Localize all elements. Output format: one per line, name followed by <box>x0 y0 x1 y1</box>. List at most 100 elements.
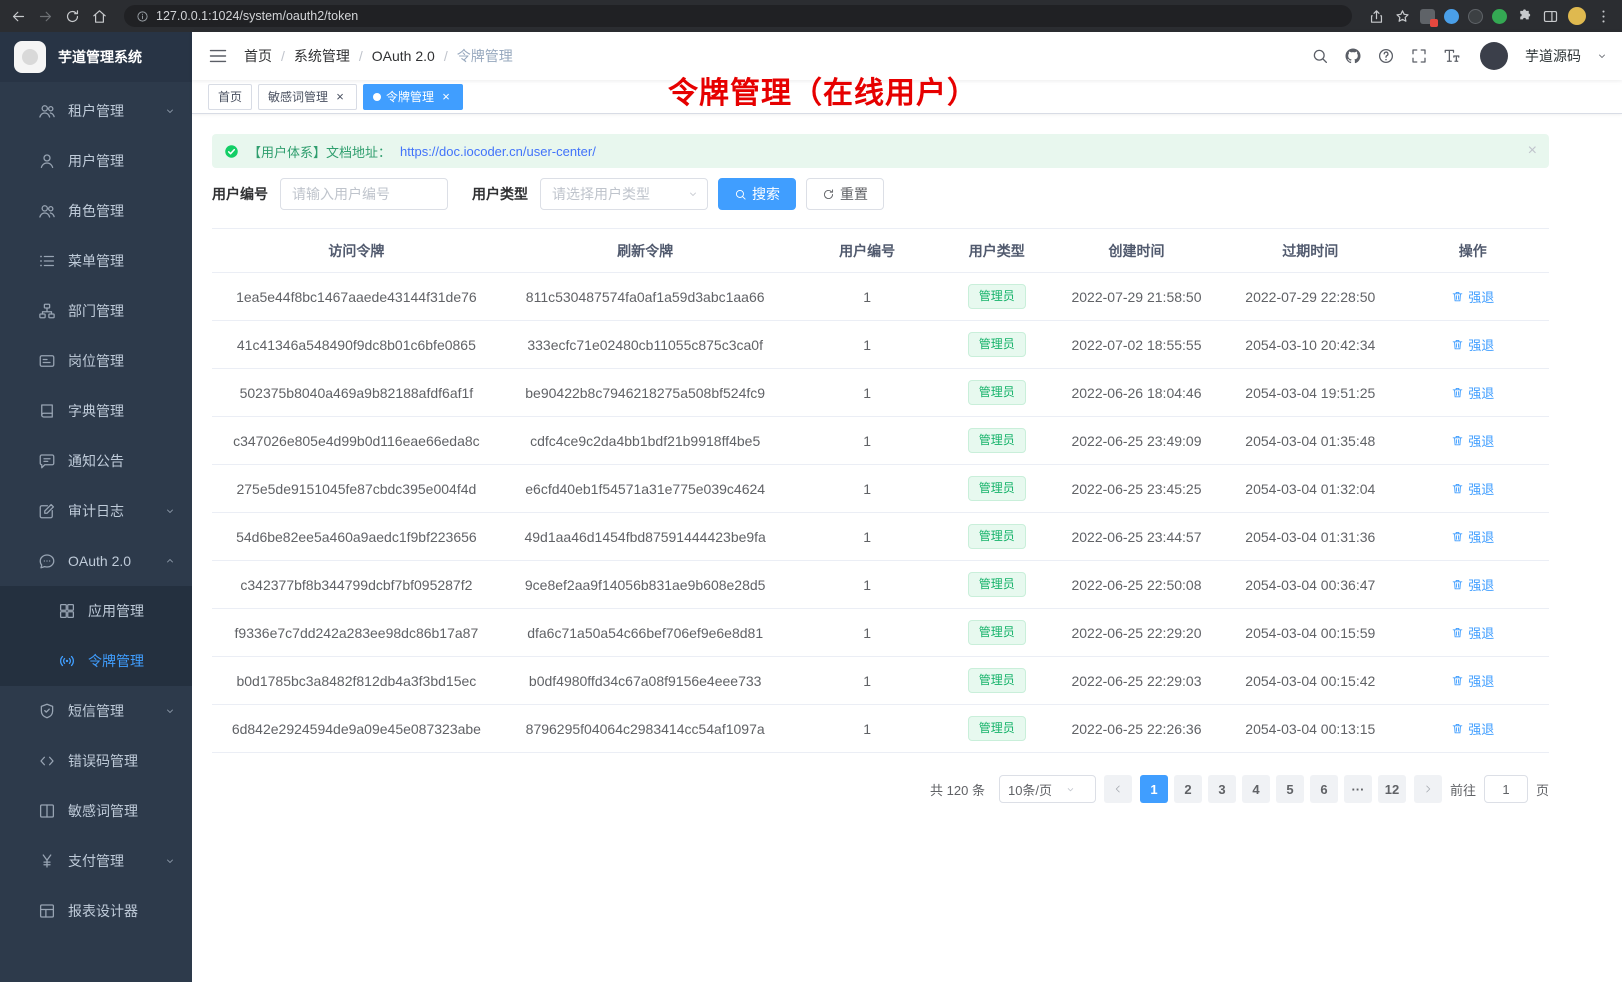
access-token-cell: 502375b8040a469a9b82188afdf6af1f <box>212 369 501 417</box>
app-logo-row[interactable]: 芋道管理系统 <box>0 32 192 82</box>
force-logout-button[interactable]: 强退 <box>1451 719 1494 738</box>
breadcrumb-item[interactable]: 系统管理 <box>294 46 350 66</box>
force-logout-button[interactable]: 强退 <box>1451 671 1494 690</box>
page-button-12[interactable]: 12 <box>1378 775 1406 803</box>
chevron-down-icon[interactable] <box>1596 50 1608 62</box>
close-icon[interactable]: × <box>333 90 347 104</box>
help-icon[interactable] <box>1377 47 1395 65</box>
page-button-3[interactable]: 3 <box>1208 775 1236 803</box>
sidebar-item-8[interactable]: 审计日志 <box>0 486 192 536</box>
refresh-token-cell: 8796295f04064c2983414cc54af1097a <box>501 705 790 753</box>
sidebar-item-13[interactable]: 错误码管理 <box>0 736 192 786</box>
page-button-4[interactable]: 4 <box>1242 775 1270 803</box>
browser-menu-icon[interactable] <box>1595 8 1612 25</box>
extension-dark-icon[interactable] <box>1468 9 1483 24</box>
sidebar-item-1[interactable]: 用户管理 <box>0 136 192 186</box>
site-info-icon[interactable] <box>136 10 149 23</box>
oauth-icon <box>38 552 56 570</box>
sidebar-item-11[interactable]: 令牌管理 <box>0 636 192 686</box>
user-id-cell: 1 <box>790 561 945 609</box>
more-pages-button[interactable]: ··· <box>1344 775 1372 803</box>
split-view-icon[interactable] <box>1542 8 1559 25</box>
goto-page-input[interactable] <box>1484 775 1528 803</box>
browser-back-icon[interactable] <box>10 8 27 25</box>
force-logout-button[interactable]: 强退 <box>1451 527 1494 546</box>
font-size-icon[interactable] <box>1443 47 1461 65</box>
share-icon[interactable] <box>1368 8 1385 25</box>
page-button-6[interactable]: 6 <box>1310 775 1338 803</box>
sidebar-item-7[interactable]: 通知公告 <box>0 436 192 486</box>
column-header: 用户编号 <box>790 229 945 273</box>
user-type-badge: 管理员 <box>968 428 1026 453</box>
page-button-1[interactable]: 1 <box>1140 775 1168 803</box>
browser-profile-avatar[interactable] <box>1568 7 1586 25</box>
close-icon[interactable]: × <box>439 90 453 104</box>
bookmark-star-icon[interactable] <box>1394 8 1411 25</box>
search-icon[interactable] <box>1311 47 1329 65</box>
force-logout-button[interactable]: 强退 <box>1451 383 1494 402</box>
access-token-cell: 275e5de9151045fe87cbdc395e004f4d <box>212 465 501 513</box>
fullscreen-icon[interactable] <box>1410 47 1428 65</box>
force-logout-button[interactable]: 强退 <box>1451 335 1494 354</box>
sidebar-item-12[interactable]: 短信管理 <box>0 686 192 736</box>
search-button[interactable]: 搜索 <box>718 178 796 210</box>
create-time-cell: 2022-06-25 23:49:09 <box>1049 417 1224 465</box>
extensions-puzzle-icon[interactable] <box>1516 8 1533 25</box>
force-logout-button[interactable]: 强退 <box>1451 479 1494 498</box>
sidebar-item-5[interactable]: 岗位管理 <box>0 336 192 386</box>
trash-icon <box>1451 290 1464 303</box>
tab-0[interactable]: 首页 <box>208 84 252 110</box>
chevron-up-icon <box>164 555 176 567</box>
edit-icon <box>38 502 56 520</box>
force-logout-button[interactable]: 强退 <box>1451 575 1494 594</box>
trash-icon <box>1451 578 1464 591</box>
user-name: 芋道源码 <box>1525 46 1581 66</box>
sidebar-item-9[interactable]: OAuth 2.0 <box>0 536 192 586</box>
sidebar-item-2[interactable]: 角色管理 <box>0 186 192 236</box>
sidebar-collapse-icon[interactable] <box>208 46 228 66</box>
sidebar-item-16[interactable]: 报表设计器 <box>0 886 192 936</box>
next-page-button[interactable] <box>1414 775 1442 803</box>
sidebar-item-label: 错误码管理 <box>68 751 138 771</box>
alert-close-icon[interactable]: × <box>1528 143 1537 159</box>
tab-2[interactable]: 令牌管理× <box>363 84 463 110</box>
address-bar[interactable]: 127.0.0.1:1024/system/oauth2/token <box>124 5 1352 27</box>
sidebar-item-3[interactable]: 菜单管理 <box>0 236 192 286</box>
refresh-token-cell: 811c530487574fa0af1a59d3abc1aa66 <box>501 273 790 321</box>
browser-reload-icon[interactable] <box>64 8 81 25</box>
user-avatar[interactable] <box>1480 42 1508 70</box>
extension-blue-icon[interactable] <box>1444 9 1459 24</box>
breadcrumb-item[interactable]: OAuth 2.0 <box>372 48 435 64</box>
force-logout-button[interactable]: 强退 <box>1451 623 1494 642</box>
sidebar-item-10[interactable]: 应用管理 <box>0 586 192 636</box>
breadcrumb-item[interactable]: 首页 <box>244 46 272 66</box>
sidebar-item-14[interactable]: 敏感词管理 <box>0 786 192 836</box>
reset-button[interactable]: 重置 <box>806 178 884 210</box>
app-title: 芋道管理系统 <box>58 47 142 67</box>
doc-link[interactable]: https://doc.iocoder.cn/user-center/ <box>400 144 596 159</box>
sidebar-item-15[interactable]: 支付管理 <box>0 836 192 886</box>
chevron-down-icon <box>164 705 176 717</box>
access-token-cell: c342377bf8b344799dcbf7bf095287f2 <box>212 561 501 609</box>
code-icon <box>38 752 56 770</box>
sidebar-item-6[interactable]: 字典管理 <box>0 386 192 436</box>
create-time-cell: 2022-07-02 18:55:55 <box>1049 321 1224 369</box>
sidebar-item-4[interactable]: 部门管理 <box>0 286 192 336</box>
force-logout-button[interactable]: 强退 <box>1451 431 1494 450</box>
prev-page-button[interactable] <box>1104 775 1132 803</box>
browser-home-icon[interactable] <box>91 8 108 25</box>
page-size-select[interactable]: 10条/页 <box>999 775 1096 803</box>
tab-1[interactable]: 敏感词管理× <box>258 84 357 110</box>
browser-forward-icon[interactable] <box>37 8 54 25</box>
page-button-5[interactable]: 5 <box>1276 775 1304 803</box>
extension-green-icon[interactable] <box>1492 9 1507 24</box>
force-logout-button[interactable]: 强退 <box>1451 287 1494 306</box>
columns-icon <box>38 802 56 820</box>
extension-badged-icon[interactable] <box>1420 9 1435 24</box>
github-icon[interactable] <box>1344 47 1362 65</box>
breadcrumb-separator: / <box>281 48 285 64</box>
user-type-select[interactable]: 请选择用户类型 <box>540 178 708 210</box>
page-button-2[interactable]: 2 <box>1174 775 1202 803</box>
user-id-input[interactable] <box>280 178 448 210</box>
sidebar-item-0[interactable]: 租户管理 <box>0 86 192 136</box>
